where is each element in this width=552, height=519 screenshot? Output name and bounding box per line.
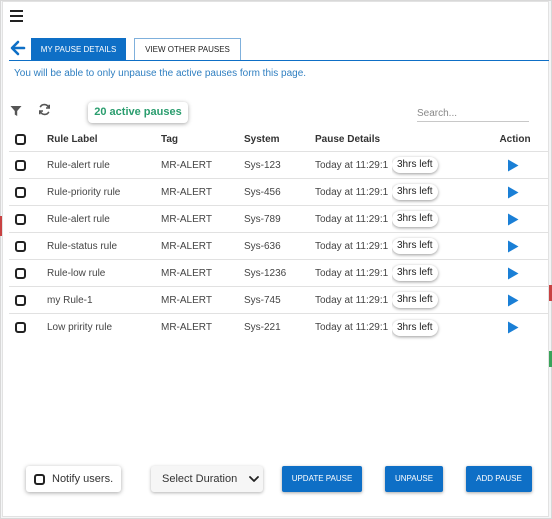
pause-details: Today at 11:29:1	[315, 186, 389, 198]
play-icon[interactable]	[506, 266, 520, 280]
pause-details: Today at 11:29:1	[315, 267, 389, 279]
play-icon[interactable]	[506, 185, 520, 199]
rule-system: Sys-221	[244, 322, 281, 333]
rule-label: Rule-alert rule	[47, 213, 110, 225]
rule-label: my Rule-1	[47, 294, 93, 306]
rule-system: Sys-1236	[244, 267, 287, 279]
arrow-left-icon[interactable]	[10, 40, 26, 56]
rule-label: Rule-low rule	[47, 267, 106, 279]
pause-details: Today at 11:29:1	[315, 240, 389, 252]
play-icon[interactable]	[506, 293, 520, 307]
unpause-button[interactable]: UNPAUSE	[385, 466, 443, 492]
rule-tag: MR-ALERT	[161, 240, 212, 252]
info-message: You will be able to only unpause the act…	[14, 68, 307, 79]
notify-checkbox[interactable]	[34, 473, 45, 485]
rule-tag: MR-ALERT	[161, 267, 212, 279]
play-icon[interactable]	[506, 158, 520, 172]
column-header-pause-details: Pause Details	[315, 133, 381, 145]
time-left-badge: 3hrs left	[392, 292, 438, 308]
column-header-action: Action	[499, 133, 531, 145]
tab-my-pause-details[interactable]: MY PAUSE DETAILS	[31, 38, 126, 61]
row-checkbox[interactable]	[15, 294, 26, 306]
table-row: Rule-alert rule MR-ALERT Sys-789 Today a…	[9, 206, 549, 233]
table-row: Rule-alert rule MR-ALERT Sys-123 Today a…	[9, 152, 549, 179]
active-pauses-badge: 20 active pauses	[88, 102, 188, 123]
time-left-badge: 3hrs left	[392, 184, 438, 200]
duration-select[interactable]: Select Duration	[151, 466, 263, 492]
update-pause-button[interactable]: UPDATE PAUSE	[282, 466, 362, 492]
table-row: Rule-status rule MR-ALERT Sys-636 Today …	[9, 233, 549, 260]
play-icon[interactable]	[506, 321, 520, 335]
rule-system: Sys-636	[244, 240, 281, 252]
table-row: my Rule-1 MR-ALERT Sys-745 Today at 11:2…	[9, 287, 549, 314]
rule-label: Rule-alert rule	[47, 159, 110, 171]
time-left-badge: 3hrs left	[392, 238, 438, 254]
rule-system: Sys-123	[244, 159, 281, 171]
rule-system: Sys-456	[244, 186, 281, 198]
add-pause-button[interactable]: ADD PAUSE	[466, 466, 532, 492]
row-checkbox[interactable]	[15, 186, 26, 198]
rule-label: Rule-status rule	[47, 240, 118, 252]
table-header-row: Rule Label Tag System Pause Details Acti…	[9, 127, 549, 152]
pause-details: Today at 11:29:1	[315, 159, 389, 171]
time-left-badge: 3hrs left	[392, 319, 438, 336]
refresh-icon[interactable]	[38, 103, 51, 116]
rule-system: Sys-789	[244, 213, 281, 225]
rule-label: Rule-priority rule	[47, 186, 121, 198]
notify-users-label: Notify users.	[52, 473, 114, 485]
table-row: Low pririty rule MR-ALERT Sys-221 Today …	[9, 314, 549, 341]
rule-tag: MR-ALERT	[161, 322, 212, 333]
tab-underline	[9, 60, 549, 61]
play-icon[interactable]	[506, 239, 520, 253]
hamburger-menu-icon[interactable]	[10, 10, 23, 22]
time-left-badge: 3hrs left	[392, 211, 438, 227]
row-checkbox[interactable]	[15, 213, 26, 225]
rule-tag: MR-ALERT	[161, 213, 212, 225]
rule-label: Low pririty rule	[47, 322, 113, 333]
select-all-checkbox[interactable]	[15, 133, 26, 145]
pause-panel: MY PAUSE DETAILS VIEW OTHER PAUSES You w…	[2, 1, 549, 517]
time-left-badge: 3hrs left	[392, 157, 438, 173]
column-header-system: System	[244, 133, 280, 145]
row-checkbox[interactable]	[15, 159, 26, 171]
row-checkbox[interactable]	[15, 240, 26, 252]
pause-details: Today at 11:29:1	[315, 294, 389, 306]
time-left-badge: 3hrs left	[392, 265, 438, 281]
row-checkbox[interactable]	[15, 322, 26, 333]
pause-details: Today at 11:29:1	[315, 322, 389, 333]
pauses-table: Rule Label Tag System Pause Details Acti…	[9, 127, 549, 341]
table-row: Rule-priority rule MR-ALERT Sys-456 Toda…	[9, 179, 549, 206]
column-header-rule-label: Rule Label	[47, 133, 98, 145]
pause-details: Today at 11:29:1	[315, 213, 389, 225]
chevron-down-icon	[249, 474, 259, 484]
column-header-tag: Tag	[161, 133, 179, 145]
tab-view-other-pauses[interactable]: VIEW OTHER PAUSES	[134, 38, 241, 61]
row-checkbox[interactable]	[15, 267, 26, 279]
filter-icon[interactable]	[10, 104, 22, 116]
rule-tag: MR-ALERT	[161, 294, 212, 306]
rule-system: Sys-745	[244, 294, 281, 306]
play-icon[interactable]	[506, 212, 520, 226]
duration-select-value: Select Duration	[162, 473, 238, 485]
rule-tag: MR-ALERT	[161, 159, 212, 171]
notify-users-checkbox[interactable]: Notify users.	[26, 466, 121, 492]
search-input[interactable]	[417, 105, 529, 122]
rule-tag: MR-ALERT	[161, 186, 212, 198]
table-row: Rule-low rule MR-ALERT Sys-1236 Today at…	[9, 260, 549, 287]
